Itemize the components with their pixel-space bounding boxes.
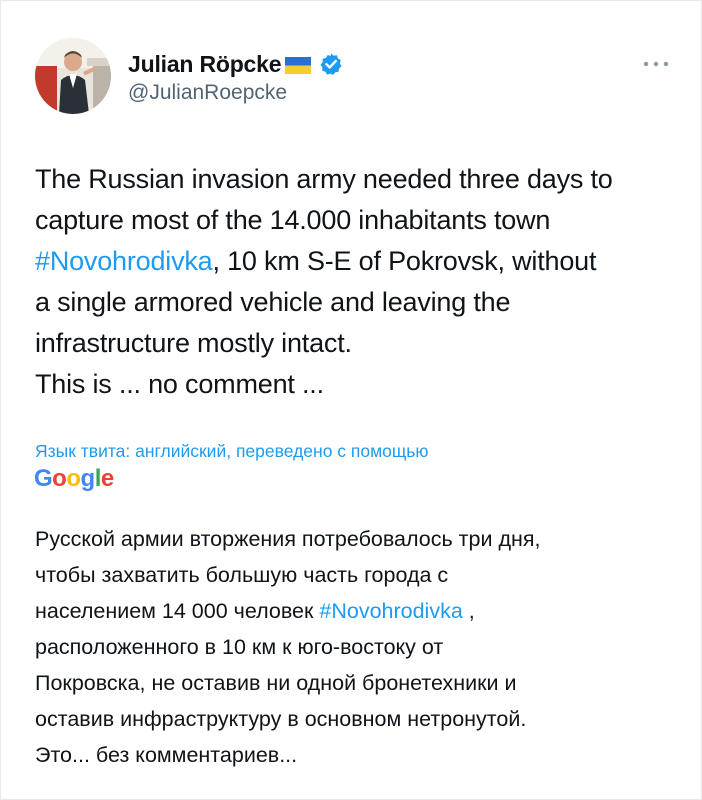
tweet-line: infrastructure mostly intact. [35,328,352,358]
tweet-line: #Novohrodivka, 10 km S-E of Pokrovsk, wi… [35,241,685,282]
translated-line: Это... без комментариев... [35,743,298,767]
translated-line: чтобы захватить большую часть города с [35,563,449,587]
hashtag-link[interactable]: #Novohrodivka [35,246,213,276]
translated-line: Русской армии вторжения потребовалось тр… [35,527,541,551]
translated-line-post: , [462,599,475,623]
tweet-line: This is ... no comment ... [35,369,324,399]
translation-note[interactable]: Язык твита: английский, переведено с пом… [35,441,429,462]
translated-line: оставив инфраструктуру в основном нетрон… [35,707,527,731]
tweet-line: The Russian invasion army needed three d… [35,164,613,194]
verified-badge-icon [319,52,343,76]
more-options-icon[interactable] [641,57,671,69]
translated-line: населением 14 000 человек #Novohrodivka … [35,593,685,629]
translated-line-pre: населением 14 000 человек [35,599,320,623]
avatar[interactable] [35,38,111,114]
tweet-line: capture most of the 14.000 inhabitants t… [35,205,551,235]
author-name[interactable]: Julian Röpcke [128,51,282,78]
tweet-line: a single armored vehicle and leaving the [35,287,511,317]
translated-line: Покровска, не оставив ни одной бронетехн… [35,671,517,695]
translated-text: Русской армии вторжения потребовалось тр… [35,521,685,773]
author-row: Julian Röpcke [128,48,343,80]
author-handle[interactable]: @JulianRoepcke [128,81,287,105]
tweet-line-rest: , 10 km S-E of Pokrovsk, without [212,246,597,276]
ukraine-flag-icon [285,56,312,74]
google-logo: Google [34,465,114,492]
hashtag-link[interactable]: #Novohrodivka [319,599,462,623]
translated-line: расположенного в 10 км к юго-востоку от [35,635,444,659]
tweet-text: The Russian invasion army needed three d… [35,159,685,405]
avatar-image [35,38,111,114]
tweet-card: Julian Röpcke @JulianRoepcke The Russian… [0,0,702,800]
